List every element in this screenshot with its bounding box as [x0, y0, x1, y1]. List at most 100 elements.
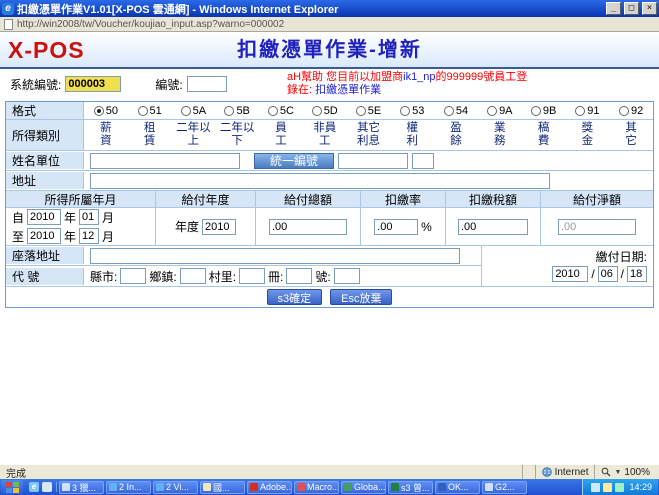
radio-icon-51[interactable] — [138, 106, 148, 116]
taskbar-button-3[interactable]: 國... — [200, 481, 245, 494]
taskbar-button-label: Globa... — [354, 482, 386, 492]
radio-icon-91[interactable] — [575, 106, 585, 116]
format-option-50[interactable]: 50 — [84, 102, 128, 119]
name-unit-label: 姓名單位 — [6, 152, 84, 169]
help-line1: aH幫助 您目前以加盟商ik1_np的999999號員工登 — [287, 71, 527, 84]
format-option-92[interactable]: 92 — [609, 102, 653, 119]
uniform-id-label: 統一編號 — [254, 153, 334, 169]
tray-icon[interactable] — [603, 483, 612, 492]
taskbar-button-8[interactable]: OK... — [435, 481, 480, 494]
location-input[interactable] — [90, 248, 460, 264]
address-input[interactable] — [90, 173, 550, 189]
tray-icon[interactable] — [591, 483, 600, 492]
taskbar-button-2[interactable]: 2 Vi... — [153, 481, 198, 494]
code-field-input-3[interactable] — [286, 268, 312, 284]
taskbar-button-6[interactable]: Globa... — [341, 481, 386, 494]
maximize-button[interactable]: □ — [624, 2, 639, 15]
code-field-input-4[interactable] — [334, 268, 360, 284]
month-unit-label: 月 — [102, 228, 114, 245]
radio-icon-5B[interactable] — [224, 106, 234, 116]
pay-year-input[interactable] — [202, 219, 236, 235]
format-option-9B[interactable]: 9B — [522, 102, 566, 119]
year-unit-label: 年 — [64, 228, 76, 245]
radio-icon-5E[interactable] — [356, 106, 366, 116]
taskbar-button-1[interactable]: 2 In... — [106, 481, 151, 494]
rate-column: % — [361, 208, 446, 245]
address-bar[interactable]: http://win2008/tw/Voucher/koujiao_input.… — [0, 17, 659, 32]
location-row: 座落地址 — [6, 246, 481, 266]
code-field-label-1: 鄉鎮: — [149, 268, 176, 285]
column-header: 給付淨額 — [541, 191, 653, 207]
title-bar[interactable]: e 扣繳憑單作業V1.01[X-POS 雲通網] - Windows Inter… — [0, 0, 659, 17]
code-row: 代 號 縣市:鄉鎮:村里:冊:號: — [6, 266, 481, 286]
taskbar-button-label: OK... — [448, 482, 469, 492]
code-field-input-2[interactable] — [239, 268, 265, 284]
total-amount-input[interactable] — [269, 219, 347, 235]
name-unit-input[interactable] — [90, 153, 240, 169]
format-option-5D[interactable]: 5D — [303, 102, 347, 119]
radio-icon-54[interactable] — [444, 106, 454, 116]
pay-date-day-input[interactable] — [627, 266, 647, 282]
radio-icon-50[interactable] — [94, 106, 104, 116]
minimize-button[interactable]: _ — [606, 2, 621, 15]
tax-amount-input[interactable] — [458, 219, 528, 235]
radio-icon-5A[interactable] — [181, 106, 191, 116]
ie-window: e 扣繳憑單作業V1.01[X-POS 雲通網] - Windows Inter… — [0, 0, 659, 495]
from-month-input[interactable] — [79, 209, 99, 225]
format-option-5B[interactable]: 5B — [215, 102, 259, 119]
taskbar-button-4[interactable]: Adobe... — [247, 481, 292, 494]
confirm-button[interactable]: s3確定 — [267, 289, 323, 305]
category-label-10: 稿 費 — [522, 120, 566, 150]
format-option-54[interactable]: 54 — [434, 102, 478, 119]
taskbar-button-7[interactable]: s3 曾... — [388, 481, 433, 494]
pay-date-section: 繳付日期: / / — [481, 246, 653, 286]
quicklaunch-desktop-icon[interactable] — [42, 482, 52, 492]
format-option-5E[interactable]: 5E — [347, 102, 391, 119]
taskbar-button-9[interactable]: G2... — [482, 481, 527, 494]
taskbar-button-label: 2 In... — [119, 482, 142, 492]
uniform-id-input[interactable] — [338, 153, 408, 169]
code-field-label-3: 冊: — [268, 268, 283, 285]
format-option-9A[interactable]: 9A — [478, 102, 522, 119]
uniform-id-check-input[interactable] — [412, 153, 434, 169]
radio-icon-9A[interactable] — [487, 106, 497, 116]
pay-date-month-input[interactable] — [598, 266, 618, 282]
from-year-input[interactable] — [27, 209, 61, 225]
zoom-control[interactable]: ▼ 100% — [594, 465, 656, 479]
radio-icon-92[interactable] — [619, 106, 629, 116]
format-row: 格式 50515A5B5C5D5E53549A9B9192 — [6, 102, 653, 120]
pay-date-year-input[interactable] — [552, 266, 588, 282]
close-button[interactable]: × — [642, 2, 657, 15]
format-option-label: 54 — [456, 105, 468, 117]
quicklaunch-ie-icon[interactable]: e — [29, 482, 39, 492]
format-option-51[interactable]: 51 — [128, 102, 172, 119]
format-option-5C[interactable]: 5C — [259, 102, 303, 119]
format-option-53[interactable]: 53 — [390, 102, 434, 119]
cancel-button[interactable]: Esc放棄 — [330, 289, 392, 305]
format-option-91[interactable]: 91 — [565, 102, 609, 119]
no-input[interactable] — [187, 76, 227, 92]
radio-icon-9B[interactable] — [531, 106, 541, 116]
system-no-input[interactable] — [65, 76, 121, 92]
radio-icon-5C[interactable] — [268, 106, 278, 116]
taskbar-button-0[interactable]: 3 獵... — [59, 481, 104, 494]
code-field-input-0[interactable] — [120, 268, 146, 284]
help-line2: 錄在: 扣繳憑單作業 — [287, 84, 527, 97]
taskbar-button-5[interactable]: Macro... — [294, 481, 339, 494]
tray-icon[interactable] — [615, 483, 624, 492]
radio-icon-53[interactable] — [400, 106, 410, 116]
year-unit-label: 年 — [64, 209, 76, 226]
rate-input[interactable] — [374, 219, 418, 235]
to-year-input[interactable] — [27, 228, 61, 244]
taskbar: e 3 獵... 2 In... 2 Vi...國...Adobe... Macro.… — [0, 479, 659, 495]
taskbar-button-label: Macro... — [307, 482, 339, 492]
format-option-5A[interactable]: 5A — [172, 102, 216, 119]
code-field-input-1[interactable] — [180, 268, 206, 284]
start-button[interactable] — [1, 480, 23, 494]
format-option-label: 92 — [631, 105, 643, 117]
radio-icon-5D[interactable] — [312, 106, 322, 116]
address-url[interactable]: http://win2008/tw/Voucher/koujiao_input.… — [17, 19, 284, 30]
code-field-label-2: 村里: — [209, 268, 236, 285]
column-header: 給付年度 — [156, 191, 256, 207]
to-month-input[interactable] — [79, 228, 99, 244]
